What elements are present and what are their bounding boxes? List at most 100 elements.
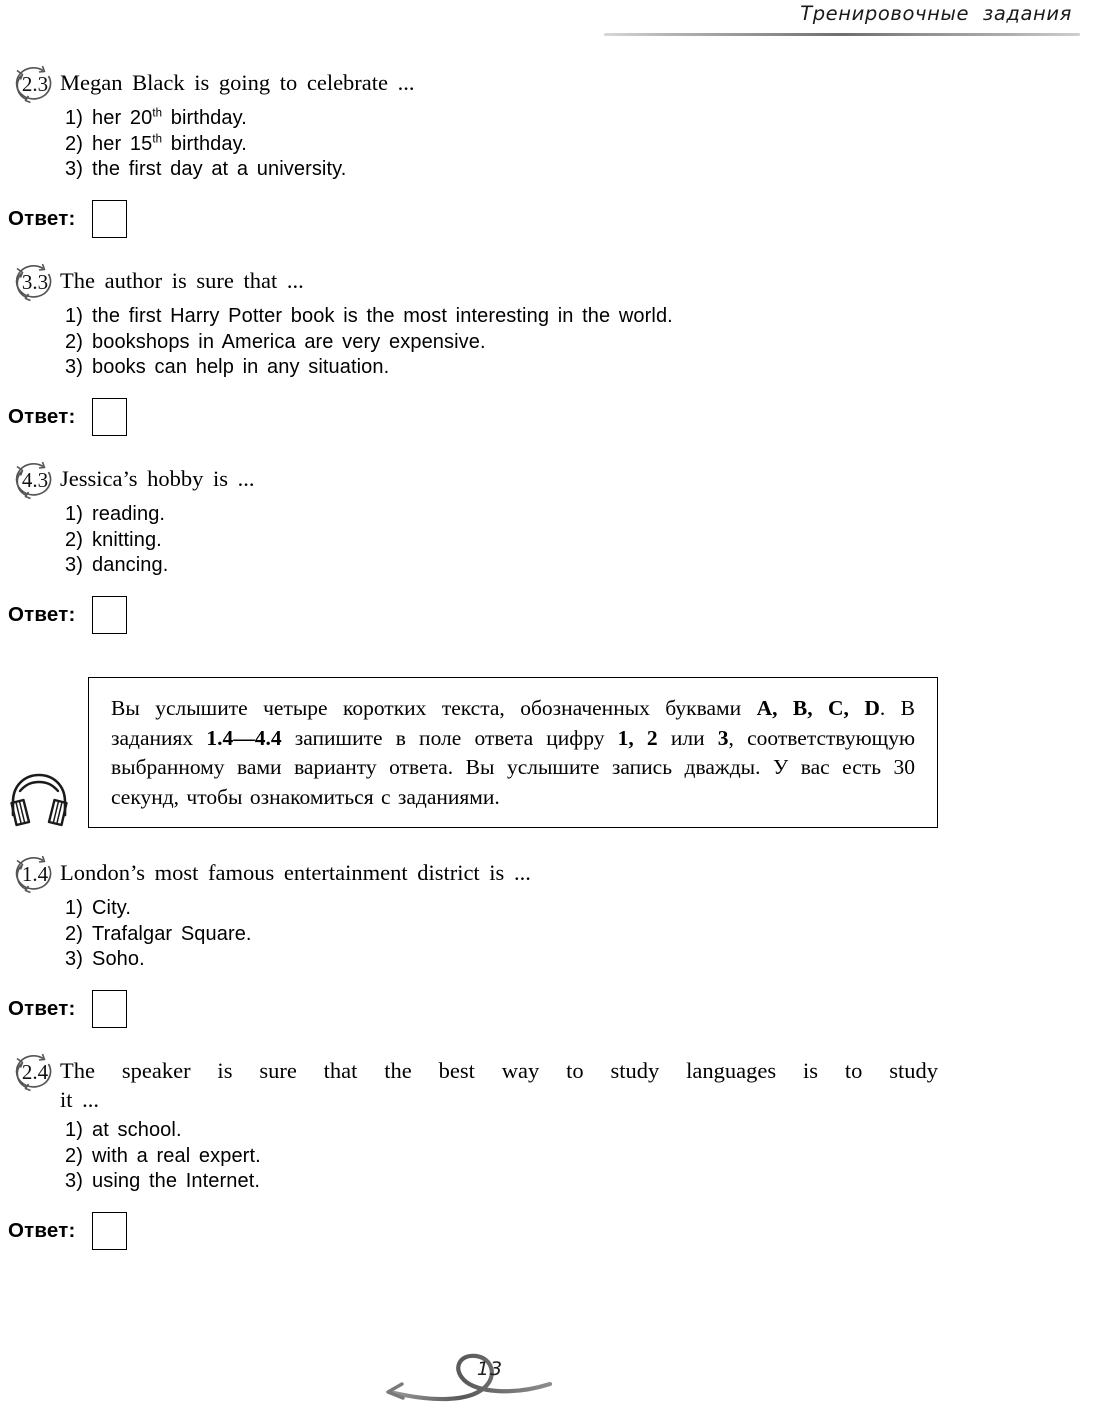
answer-label: Ответ: (8, 404, 76, 428)
circular-arrow-icon: 2.3 (10, 64, 60, 106)
question-prompt-line: The author is sure that ... (60, 268, 304, 293)
option-item[interactable]: 3) using the Internet. (65, 1169, 1095, 1195)
svg-text:2.4: 2.4 (22, 1060, 49, 1084)
question-prompt: The author is sure that ... (60, 266, 938, 295)
option-list: 1) at school. 2) with a real expert. 3) using… (65, 1118, 1095, 1195)
answer-input-box[interactable] (92, 595, 127, 634)
option-number: 2) (65, 1144, 83, 1167)
instruction-emphasis: 1.4—4.4 (206, 725, 282, 750)
option-item[interactable]: 2) knitting. (65, 528, 1095, 554)
option-text: her 20 (92, 107, 153, 129)
question-block-2-4: 2.4 The speaker is sure that the best way… (0, 1053, 1095, 1251)
option-text: Trafalgar Square. (92, 922, 252, 945)
question-block-3-3: 3.3 The author is sure that ... 1) the firs… (0, 263, 1095, 437)
page-number: 13 (476, 1358, 504, 1380)
option-item[interactable]: 3) dancing. (65, 553, 1095, 579)
svg-text:4.3: 4.3 (22, 468, 48, 492)
option-number: 2) (65, 330, 83, 353)
question-prompt-line: The speaker is sure that the best way to… (60, 1058, 938, 1083)
option-item[interactable]: 1) at school. (65, 1118, 1095, 1144)
question-block-1-4: 1.4 London’s most famous entertainment di… (0, 855, 1095, 1029)
instruction-text: Вы услышите четыре коротких текста, обоз… (111, 696, 757, 720)
question-header: 1.4 London’s most famous entertainment di… (0, 855, 1095, 894)
option-item[interactable]: 1) her 20th birthday. (65, 106, 1095, 132)
option-item[interactable]: 1) the first Harry Potter book is the mos… (65, 304, 1095, 330)
ordinal-suffix: th (152, 132, 163, 145)
option-text: her 15 (92, 132, 153, 155)
circular-arrow-icon: 2.4 (10, 1052, 60, 1094)
running-head-rule (604, 33, 1080, 36)
headphones-icon (8, 769, 70, 829)
svg-text:3.3: 3.3 (22, 270, 48, 294)
option-list: 1) her 20th birthday. 2) her 15th birthday.… (65, 106, 1095, 183)
option-item[interactable]: 2) Trafalgar Square. (65, 922, 1095, 948)
option-text: bookshops in America are very expensive. (92, 330, 486, 353)
option-number: 3) (65, 356, 83, 378)
option-text: reading. (92, 503, 166, 525)
listening-instruction-box: Вы услышите четыре коротких текста, обоз… (88, 677, 938, 828)
option-item[interactable]: 2) her 15th birthday. (65, 132, 1095, 158)
option-number: 1) (65, 897, 83, 919)
answer-label: Ответ: (8, 206, 76, 230)
option-number: 2) (65, 528, 83, 551)
running-head-title: Тренировочные задания (800, 2, 1072, 25)
ordinal-suffix: th (152, 107, 163, 120)
option-item[interactable]: 1) reading. (65, 502, 1095, 528)
option-number: 1) (65, 1119, 83, 1141)
question-header: 3.3 The author is sure that ... (0, 263, 1095, 302)
svg-text:2.3: 2.3 (22, 72, 48, 96)
instruction-text: запишите в поле ответа цифру (281, 725, 618, 750)
question-header: 2.3 Megan Black is going to celebrate ... (0, 65, 1095, 104)
answer-input-box[interactable] (92, 989, 127, 1028)
question-prompt: Megan Black is going to celebrate ... (60, 68, 938, 97)
option-text: with a real expert. (92, 1144, 261, 1167)
option-text: books can help in any situation. (92, 356, 390, 378)
answer-input-box[interactable] (92, 199, 127, 238)
option-text: dancing. (92, 554, 169, 576)
question-prompt-line: it ... (60, 1087, 100, 1112)
instruction-emphasis: A, B, C, D (756, 696, 880, 720)
option-item[interactable]: 1) City. (65, 896, 1095, 922)
option-text: the first day at a university. (92, 158, 347, 180)
instruction-emphasis: 1, 2 (617, 725, 658, 750)
circular-arrow-icon: 3.3 (10, 262, 60, 304)
option-list: 1) City. 2) Trafalgar Square. 3) Soho. (65, 896, 1095, 973)
answer-row: Ответ: (0, 199, 1095, 239)
answer-row: Ответ: (0, 595, 1095, 635)
question-header: 2.4 The speaker is sure that the best way… (0, 1053, 1095, 1114)
option-text: the first Harry Potter book is the most … (92, 305, 673, 327)
answer-label: Ответ: (8, 602, 76, 626)
option-text: Soho. (92, 948, 145, 970)
running-head: Тренировочные задания (600, 0, 1080, 44)
question-block-4-3: 4.3 Jessica’s hobby is ... 1) reading. 2) kni… (0, 461, 1095, 635)
option-number: 3) (65, 158, 83, 180)
option-item[interactable]: 3) Soho. (65, 947, 1095, 973)
answer-label: Ответ: (8, 1218, 76, 1242)
question-prompt: The speaker is sure that the best way to… (60, 1056, 938, 1114)
answer-input-box[interactable] (92, 1211, 127, 1250)
answer-input-box[interactable] (92, 397, 127, 436)
question-prompt: London’s most famous entertainment distr… (60, 858, 938, 887)
option-text: at school. (92, 1119, 182, 1141)
question-prompt-line: Megan Black is going to celebrate ... (60, 70, 415, 95)
instruction-text: или (657, 725, 718, 750)
answer-row: Ответ: (0, 989, 1095, 1029)
option-number: 3) (65, 1170, 83, 1192)
question-block-2-3: 2.3 Megan Black is going to celebrate ...… (0, 65, 1095, 239)
option-number: 3) (65, 554, 83, 576)
option-number: 1) (65, 107, 83, 129)
instruction-emphasis: 3 (717, 725, 729, 750)
option-number: 1) (65, 503, 83, 525)
question-prompt-line: London’s most famous entertainment distr… (60, 860, 531, 885)
option-item[interactable]: 2) bookshops in America are very expensiv… (65, 330, 1095, 356)
question-header: 4.3 Jessica’s hobby is ... (0, 461, 1095, 500)
svg-text:1.4: 1.4 (22, 862, 49, 886)
option-text: City. (92, 897, 132, 919)
option-item[interactable]: 2) with a real expert. (65, 1144, 1095, 1170)
option-text-tail: birthday. (162, 107, 247, 129)
option-item[interactable]: 3) the first day at a university. (65, 157, 1095, 183)
answer-label: Ответ: (8, 996, 76, 1020)
listening-instruction-text: Вы услышите четыре коротких текста, обоз… (111, 694, 915, 812)
circular-arrow-icon: 1.4 (10, 854, 60, 896)
option-item[interactable]: 3) books can help in any situation. (65, 355, 1095, 381)
